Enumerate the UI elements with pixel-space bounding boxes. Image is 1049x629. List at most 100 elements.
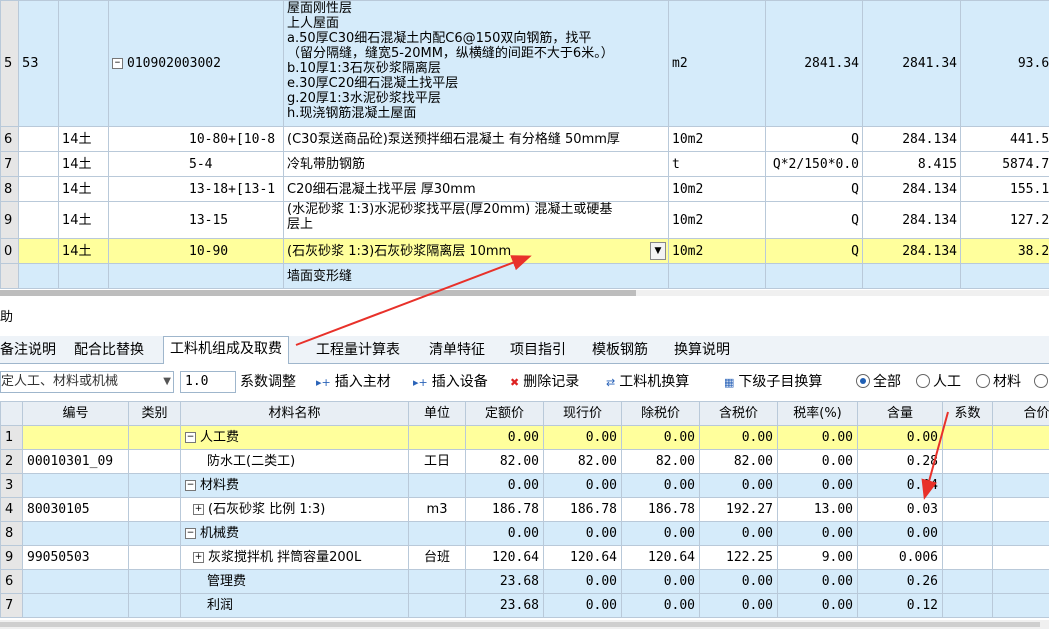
resource-row[interactable]: 8−机械费0.000.000.000.000.000.000.: [0, 521, 1049, 546]
tab-quantity-calc[interactable]: 工程量计算表: [310, 338, 406, 362]
code-cell[interactable]: [108, 263, 284, 289]
resource-row[interactable]: 1−人工费0.000.000.000.000.000.0022.: [0, 425, 1049, 450]
pretax-cell[interactable]: 0.00: [621, 593, 700, 618]
tab-remarks[interactable]: 备注说明: [0, 338, 62, 362]
column-header[interactable]: 类别: [128, 401, 181, 426]
library-cell[interactable]: 14土: [58, 238, 109, 264]
quota-cell[interactable]: 23.68: [465, 593, 544, 618]
code-cell[interactable]: 80030105: [22, 497, 129, 522]
rate-cell[interactable]: 0.00: [777, 473, 858, 498]
unit-cell[interactable]: m3: [408, 497, 466, 522]
total-cell[interactable]: 5.: [992, 497, 1049, 522]
taxed-cell[interactable]: 0.00: [699, 521, 778, 546]
column-header[interactable]: 定额价: [465, 401, 544, 426]
column-header[interactable]: 材料名称: [180, 401, 409, 426]
total-cell[interactable]: 0.: [992, 521, 1049, 546]
quantity-expression-cell[interactable]: Q*2/150*0.0: [765, 151, 863, 177]
delete-record-button[interactable]: ✖ 删除记录: [510, 372, 579, 392]
column-header[interactable]: 除税价: [621, 401, 700, 426]
quantity-expression-cell[interactable]: 2841.34: [765, 0, 863, 127]
sequence-cell[interactable]: 53: [18, 0, 59, 127]
unit-cell[interactable]: [668, 263, 766, 289]
bill-row[interactable]: 5 53−010902003002 屋面刚性层 上人屋面 a.50厚C30细石混凝土内配…: [0, 0, 1049, 127]
column-header[interactable]: 合价: [992, 401, 1049, 426]
coef-cell[interactable]: [942, 425, 993, 450]
quota-cell[interactable]: 186.78: [465, 497, 544, 522]
taxed-cell[interactable]: 0.00: [699, 425, 778, 450]
pretax-cell[interactable]: 0.00: [621, 569, 700, 594]
quota-cell[interactable]: 23.68: [465, 569, 544, 594]
unit-cell[interactable]: t: [668, 151, 766, 177]
bill-row[interactable]: 6 14土 10-80+[10-8 (C30泵送商品砼)泵送预拌细石混凝土 有分格缝 …: [0, 126, 1049, 152]
library-cell[interactable]: 14土: [58, 126, 109, 152]
quota-cell[interactable]: 82.00: [465, 449, 544, 474]
code-cell[interactable]: [22, 521, 129, 546]
quota-cell[interactable]: 120.64: [465, 545, 544, 570]
taxed-cell[interactable]: 122.25: [699, 545, 778, 570]
material-name-cell[interactable]: 利润: [180, 593, 409, 618]
total-cell[interactable]: 22.: [992, 425, 1049, 450]
quantity-cell[interactable]: 284.134: [862, 201, 961, 239]
sequence-cell[interactable]: [18, 151, 59, 177]
category-cell[interactable]: [128, 449, 181, 474]
pretax-cell[interactable]: 82.00: [621, 449, 700, 474]
tab-mix-replace[interactable]: 配合比替换: [68, 338, 150, 362]
material-name-cell[interactable]: − 材料费: [180, 473, 409, 498]
coef-cell[interactable]: [942, 521, 993, 546]
description-cell[interactable]: 冷轧带肋钢筋: [283, 151, 669, 177]
total-cell[interactable]: 22.: [992, 449, 1049, 474]
tab-formwork-rebar[interactable]: 模板钢筋: [586, 338, 654, 362]
resource-row[interactable]: 2 00010301_09 防水工(二类工) 工日 82.00 82.00 82.00 82.…: [0, 449, 1049, 474]
coef-cell[interactable]: [942, 449, 993, 474]
category-cell[interactable]: [128, 569, 181, 594]
current-cell[interactable]: 186.78: [543, 497, 622, 522]
expand-icon[interactable]: +: [193, 504, 204, 515]
current-cell[interactable]: 0.00: [543, 569, 622, 594]
sequence-cell[interactable]: [18, 201, 59, 239]
coefficient-adjust-button[interactable]: 系数调整: [240, 372, 296, 392]
bill-row[interactable]: 9 14土 13-15 (水泥砂浆 1:3)水泥砂浆找平层(厚20mm) 混凝土或硬基…: [0, 201, 1049, 239]
library-cell[interactable]: [58, 0, 109, 127]
quantity-expression-cell[interactable]: [765, 263, 863, 289]
quantity-expression-cell[interactable]: Q: [765, 238, 863, 264]
current-cell[interactable]: 0.00: [543, 473, 622, 498]
pretax-cell[interactable]: 0.00: [621, 425, 700, 450]
unit-cell[interactable]: 10m2: [668, 176, 766, 202]
collapse-icon[interactable]: −: [185, 528, 196, 539]
column-header[interactable]: 系数: [942, 401, 993, 426]
unit-cell[interactable]: [408, 521, 466, 546]
taxed-cell[interactable]: 0.00: [699, 593, 778, 618]
material-name-cell[interactable]: 管理费: [180, 569, 409, 594]
code-cell[interactable]: 13-18+[13-1: [108, 176, 284, 202]
sequence-cell[interactable]: [18, 126, 59, 152]
category-cell[interactable]: [128, 497, 181, 522]
unit-cell[interactable]: 10m2: [668, 238, 766, 264]
quantity-cell[interactable]: 284.134: [862, 176, 961, 202]
sequence-cell[interactable]: [18, 176, 59, 202]
content-cell[interactable]: 0.03: [857, 497, 943, 522]
category-cell[interactable]: [128, 473, 181, 498]
rate-cell[interactable]: 0.00: [777, 425, 858, 450]
column-header[interactable]: 单位: [408, 401, 466, 426]
unit-cell[interactable]: 工日: [408, 449, 466, 474]
current-cell[interactable]: 82.00: [543, 449, 622, 474]
resource-row[interactable]: 4 80030105 + (石灰砂浆 比例 1:3) m3 186.78 186.78 186…: [0, 497, 1049, 522]
column-header[interactable]: 含税价: [699, 401, 778, 426]
column-header[interactable]: 编号: [22, 401, 129, 426]
description-cell[interactable]: (C30泵送商品砼)泵送预拌细石混凝土 有分格缝 50mm厚: [283, 126, 669, 152]
coef-cell[interactable]: [942, 473, 993, 498]
quantity-cell[interactable]: 8.415: [862, 151, 961, 177]
resource-replace-button[interactable]: ⇄ 工料机换算: [606, 372, 689, 392]
bottom-horizontal-scrollbar[interactable]: [0, 620, 1049, 629]
unit-cell[interactable]: [408, 593, 466, 618]
material-name-cell[interactable]: − 人工费: [180, 425, 409, 450]
material-name-cell[interactable]: − 机械费: [180, 521, 409, 546]
scrollbar-thumb[interactable]: [0, 290, 636, 296]
pretax-cell[interactable]: 0.00: [621, 473, 700, 498]
description-cell[interactable]: 屋面刚性层 上人屋面 a.50厚C30细石混凝土内配C6@150双向钢筋，找平 （留分…: [283, 0, 669, 127]
scrollbar-thumb[interactable]: [0, 622, 1040, 627]
total-cell[interactable]: 6.: [992, 569, 1049, 594]
radio-labor[interactable]: 人工: [916, 372, 961, 392]
column-header[interactable]: 含量: [857, 401, 943, 426]
rate-cell[interactable]: 9.00: [777, 545, 858, 570]
